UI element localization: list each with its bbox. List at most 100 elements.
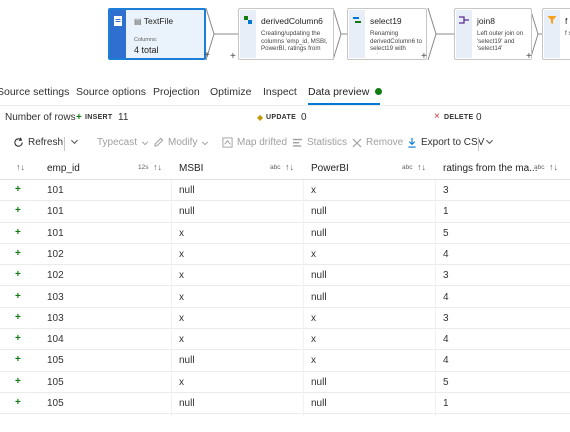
table-cell: 102 [47,248,64,260]
table-row[interactable]: +101 null null 1 [0,201,570,223]
table-cell: 5 [443,227,449,239]
step-filter[interactable]: f f s [542,8,570,60]
table-cell: 1 [443,206,449,218]
table-cell: x [311,185,316,196]
filter-icon [544,10,560,58]
table-row[interactable]: +101 x null 5 [0,223,570,244]
update-label: UPDATE [266,114,297,121]
join-icon [456,10,472,58]
table-row[interactable]: +103 x x 3 [0,308,570,330]
delete-count: 0 [476,112,482,123]
insert-row-icon: + [15,333,21,345]
table-cell: x [179,270,184,282]
sort-icon[interactable]: ↑↓ [153,162,162,172]
step-description: Renaming derivedColumn6 to select19 with… [370,30,422,54]
table-cell: 1 [443,398,449,409]
step-derived-column[interactable]: derivedColumn6 Creating/updating the col… [230,8,334,62]
add-step-plus[interactable]: + [204,51,210,61]
table-cell: 104 [47,334,64,346]
column-header-emp-id[interactable]: emp_id [47,163,80,174]
table-cell: 105 [47,398,64,409]
insert-row-icon: + [15,354,21,366]
step-join[interactable]: join8 Left outer join on 'select19' and … [454,8,532,62]
step-select[interactable]: select19 Renaming derivedColumn6 to sele… [347,8,427,62]
string-type-icon: abc [270,164,281,171]
sort-icon[interactable]: ↑↓ [549,162,558,172]
toolbar-divider [64,137,65,151]
data-flow-canvas: ▤ TextFile Columns: 4 total + derivedCol… [0,0,570,74]
tab-source-options[interactable]: Source options [76,86,146,98]
text-file-icon: ▤ [134,17,142,26]
sort-icon[interactable]: ↑↓ [417,162,426,172]
table-cell: 3 [443,270,449,282]
export-csv-button[interactable]: Export to CSV [407,137,484,148]
insert-label: INSERT [85,114,113,121]
source-node-textfile[interactable]: ▤ TextFile Columns: 4 total + [108,8,210,61]
add-step-plus[interactable]: + [230,52,236,62]
insert-row-icon: + [15,226,21,238]
table-cell: null [311,270,327,282]
table-row[interactable]: +105 null x 4 [0,350,570,372]
map-drifted-icon [222,137,233,148]
refresh-icon [14,137,23,147]
table-cell: x [311,248,316,260]
table-cell: 102 [47,270,64,282]
table-cell: x [311,312,316,324]
numeric-type-icon: 12s [138,164,149,171]
map-drifted-button[interactable]: Map drifted [222,137,287,148]
columns-value: 4 total [134,45,159,55]
table-row[interactable]: +103 x null 4 [0,287,570,308]
table-row[interactable]: +105 null null 1 [0,393,570,415]
download-icon [408,137,416,148]
insert-row-icon: + [15,311,21,323]
tab-data-preview-label: Data preview [308,86,370,98]
modify-pencil-icon [154,137,164,147]
column-header-powerbi[interactable]: PowerBI [311,163,349,174]
update-dot-icon: ◆ [257,113,264,122]
insert-row-icon: + [15,375,21,387]
delete-x-icon: × [434,111,440,122]
tab-data-preview[interactable]: Data preview [308,86,383,98]
table-row[interactable]: +102 x null 3 [0,265,570,287]
refresh-options-chevron-icon[interactable] [70,137,83,146]
table-row[interactable]: +104 x x 4 [0,329,570,351]
table-cell: null [311,291,327,303]
refresh-button[interactable]: Refresh [13,137,63,148]
tab-projection[interactable]: Projection [153,86,200,98]
table-row[interactable]: +105 x null 5 [0,372,570,393]
add-step-plus[interactable]: + [526,52,532,62]
table-row[interactable]: +102 x x 4 [0,244,570,266]
column-header-msbi[interactable]: MSBI [179,163,203,174]
table-cell: x [179,312,184,324]
statistics-button[interactable]: Statistics [292,137,347,148]
step-title: derivedColumn6 [261,16,323,26]
typecast-button[interactable]: Typecast [97,137,149,148]
export-options-chevron-icon[interactable] [485,137,498,146]
table-row[interactable]: +101 null x 3 [0,180,570,202]
step-description: f s [565,30,570,37]
settings-tabs: Source settings Source options Projectio… [0,78,570,106]
modify-button[interactable]: Modify [153,137,209,148]
modify-chevron-icon [202,140,209,145]
column-header-ratings[interactable]: ratings from the ma... [443,163,537,174]
step-title: select19 [370,16,402,26]
remove-button[interactable]: Remove [352,137,403,148]
tab-optimize[interactable]: Optimize [210,86,251,98]
table-cell: 101 [47,227,64,239]
table-cell: null [311,398,327,409]
table-cell: null [311,206,327,218]
table-cell: null [179,355,195,367]
sort-icon[interactable]: ↑↓ [285,162,294,172]
step-title: join8 [477,16,495,26]
table-cell: 105 [47,376,64,388]
add-step-plus[interactable]: + [421,52,427,62]
row-type-sort-icon[interactable]: ↑↓ [16,162,25,172]
table-cell: 5 [443,376,449,388]
table-cell: x [179,291,184,303]
insert-row-icon: + [15,247,21,259]
tab-inspect[interactable]: Inspect [263,86,297,98]
tab-source-settings[interactable]: Source settings [0,86,69,98]
insert-row-icon: + [15,205,21,217]
remove-x-icon [352,138,362,147]
table-cell: null [311,227,327,239]
